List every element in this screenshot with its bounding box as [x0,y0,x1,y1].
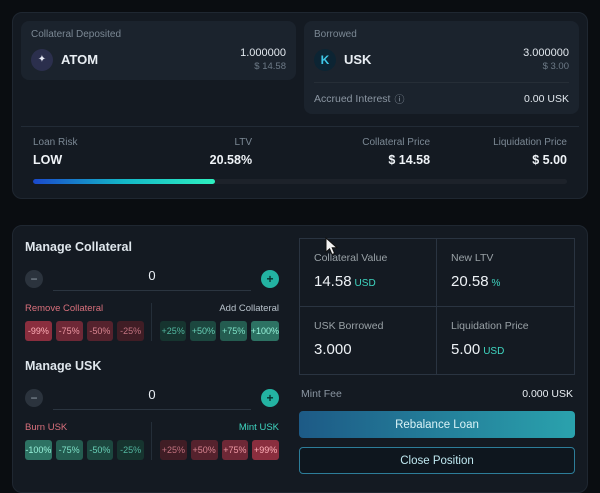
collateral-asset-row: ✦ ATOM 1.000000 $ 14.58 [31,47,286,72]
mint-usk-50-button[interactable]: +50% [190,440,218,460]
mint-usk-label: Mint USK [238,422,279,433]
usk-borrowed-value: 3.000 [314,341,352,358]
borrowed-amounts: 3.000000 $ 3.00 [523,47,569,72]
remove-collateral-buttons: -99% -75% -50% -25% [25,321,144,341]
liquidation-price-cell-label: Liquidation Price [451,320,529,332]
loan-stats-row: Loan Risk LOW LTV 20.58% Collateral Pric… [21,126,579,167]
ltv-stat: LTV 20.58% [170,137,252,167]
burn-usk-25-button[interactable]: -25% [117,440,144,460]
close-position-button[interactable]: Close Position [299,447,575,474]
remove-collateral-99-button[interactable]: -99% [25,321,52,341]
collateral-value: 14.58 USD [314,273,376,290]
liquidation-price-stat: Liquidation Price $ 5.00 [430,137,567,167]
collateral-panel: Collateral Deposited ✦ ATOM 1.000000 $ 1… [21,21,296,80]
collateral-percent-block: Remove Collateral -99% -75% -50% -25% Ad… [25,303,279,341]
collateral-value-label: Collateral Value [314,252,388,264]
borrowed-panel: Borrowed K USK 3.000000 $ 3.00 Accrued I… [304,21,579,114]
loan-overview-card: Collateral Deposited ✦ ATOM 1.000000 $ 1… [12,12,588,199]
new-ltv-cell: New LTV 20.58% [437,239,574,307]
collateral-increment-button[interactable]: + [261,269,279,288]
loan-summary-column: Collateral Value 14.58 USD New LTV 20.58%… [299,238,575,478]
collateral-decrement-button[interactable]: − [25,269,43,288]
borrowed-usd-value: $ 3.00 [542,61,569,72]
summary-grid: Collateral Value 14.58 USD New LTV 20.58%… [299,238,575,375]
add-collateral-group: Add Collateral +25% +50% +75% +100% [151,303,279,341]
burn-usk-50-button[interactable]: -50% [86,440,114,460]
remove-collateral-25-button[interactable]: -25% [117,321,144,341]
collateral-amounts: 1.000000 $ 14.58 [240,47,286,72]
usk-increment-button[interactable]: + [261,388,279,407]
collateral-stepper: − + [25,266,279,291]
borrowed-asset-name: USK [344,52,372,67]
mint-usk-group: Mint USK +25% +50% +75% +99% [151,422,279,460]
usk-decrement-button[interactable]: − [25,388,43,407]
rebalance-loan-button[interactable]: Rebalance Loan [299,411,575,438]
loan-risk-value: LOW [33,153,63,167]
info-icon[interactable]: ⓘ [394,91,404,106]
mint-usk-25-button[interactable]: +25% [160,440,187,460]
mint-fee-value: 0.000 USK [522,388,573,400]
loan-risk-stat: Loan Risk LOW [33,137,170,167]
collateral-price-label: Collateral Price [362,137,431,148]
mint-usk-buttons: +25% +50% +75% +99% [160,440,279,460]
collateral-price-value: $ 14.58 [388,153,431,167]
ltv-progress-track [33,179,567,184]
accrued-interest-value: 0.00 USK [524,92,569,105]
collateral-value-cell: Collateral Value 14.58 USD [300,239,437,307]
remove-collateral-group: Remove Collateral -99% -75% -50% -25% [25,303,151,341]
collateral-deposited-label: Collateral Deposited [31,29,122,40]
burn-usk-buttons: -100% -75% -50% -25% [25,440,144,460]
usk-borrowed-cell: USK Borrowed 3.000 [300,307,437,374]
accrued-interest-label: Accrued Interest [314,92,391,105]
manage-collateral-title: Manage Collateral [25,240,132,254]
add-collateral-25-button[interactable]: +25% [160,321,187,341]
ltv-label: LTV [234,137,253,148]
collateral-price-stat: Collateral Price $ 14.58 [252,137,430,167]
loan-page: Collateral Deposited ✦ ATOM 1.000000 $ 1… [0,0,600,493]
burn-usk-label: Burn USK [25,422,68,433]
usk-borrowed-label: USK Borrowed [314,320,384,332]
accrued-interest-row: Accrued Interest ⓘ 0.00 USK [314,82,569,106]
ltv-value: 20.58% [209,153,253,167]
manage-loan-card: Manage Collateral − + Remove Collateral … [12,225,588,493]
burn-usk-group: Burn USK -100% -75% -50% -25% [25,422,151,460]
remove-collateral-75-button[interactable]: -75% [55,321,83,341]
new-ltv-value: 20.58% [451,273,501,290]
ltv-progress-fill [33,179,215,184]
usk-icon: K [314,48,336,71]
add-collateral-label: Add Collateral [219,303,279,314]
usk-amount-input[interactable] [53,385,251,410]
usk-stepper: − + [25,385,279,410]
mint-usk-75-button[interactable]: +75% [221,440,249,460]
remove-collateral-50-button[interactable]: -50% [86,321,114,341]
new-ltv-label: New LTV [451,252,494,264]
borrowed-asset-row: K USK 3.000000 $ 3.00 [314,47,569,72]
manage-controls-column: Manage Collateral − + Remove Collateral … [25,238,279,478]
add-collateral-buttons: +25% +50% +75% +100% [160,321,279,341]
burn-usk-100-button[interactable]: -100% [25,440,52,460]
loan-risk-label: Loan Risk [33,137,78,148]
add-collateral-75-button[interactable]: +75% [220,321,247,341]
mint-fee-row: Mint Fee 0.000 USK [301,388,573,400]
liquidation-price-cell: Liquidation Price 5.00 USD [437,307,574,374]
liquidation-price-cell-value: 5.00 USD [451,341,505,358]
manage-usk-title: Manage USK [25,359,102,373]
mint-usk-99-button[interactable]: +99% [252,440,279,460]
borrowed-label: Borrowed [314,29,357,40]
burn-usk-75-button[interactable]: -75% [55,440,83,460]
liquidation-price-label: Liquidation Price [493,137,567,148]
borrowed-amount: 3.000000 [523,47,569,59]
collateral-amount-input[interactable] [53,266,251,291]
add-collateral-50-button[interactable]: +50% [190,321,217,341]
collateral-usd-value: $ 14.58 [254,61,286,72]
collateral-asset-name: ATOM [61,52,99,67]
mint-fee-label: Mint Fee [301,388,342,400]
atom-icon: ✦ [31,48,53,71]
liquidation-price-value: $ 5.00 [532,153,567,167]
collateral-amount: 1.000000 [240,47,286,59]
asset-panels: Collateral Deposited ✦ ATOM 1.000000 $ 1… [21,21,579,114]
remove-collateral-label: Remove Collateral [25,303,104,314]
add-collateral-100-button[interactable]: +100% [250,321,279,341]
usk-percent-block: Burn USK -100% -75% -50% -25% Mint USK +… [25,422,279,460]
